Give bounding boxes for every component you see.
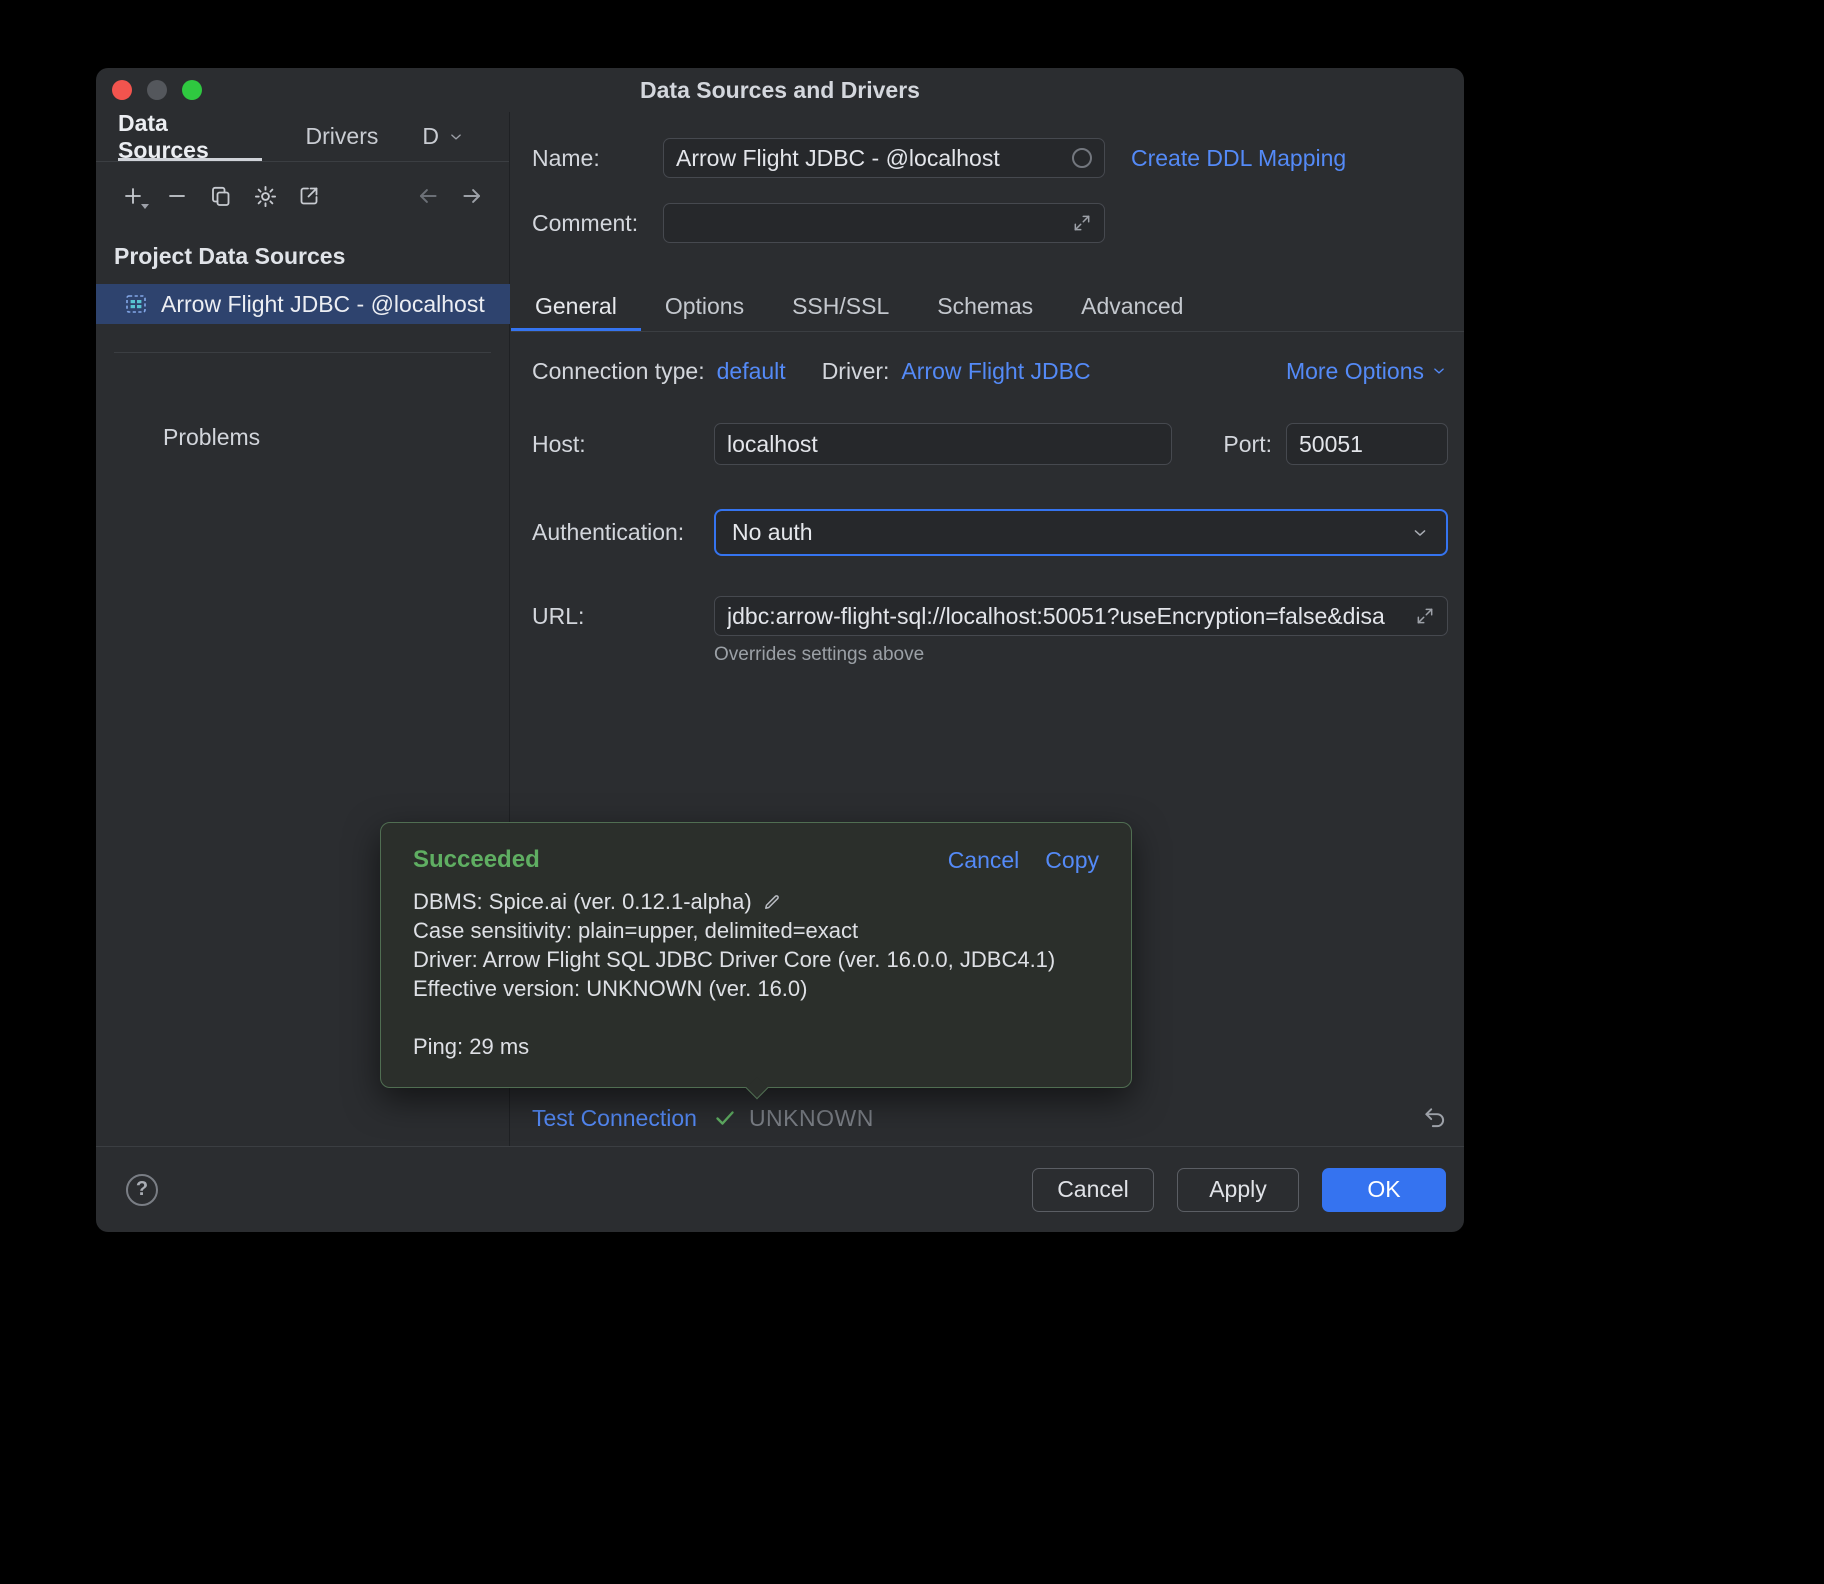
edit-pencil-icon[interactable] — [762, 892, 782, 912]
chevron-down-icon — [447, 128, 465, 146]
expand-icon[interactable] — [1072, 213, 1092, 233]
close-window-button[interactable] — [112, 80, 132, 100]
data-source-item-label: Arrow Flight JDBC - @localhost — [161, 291, 485, 318]
url-row: URL: — [532, 596, 1448, 636]
url-field — [714, 596, 1448, 636]
zoom-window-button[interactable] — [182, 80, 202, 100]
connection-result-text: UNKNOWN — [749, 1105, 874, 1132]
driver-value-link[interactable]: Arrow Flight JDBC — [901, 358, 1090, 385]
test-connection-popup: Succeeded Cancel Copy DBMS: Spice.ai (ve… — [380, 822, 1132, 1088]
host-label: Host: — [532, 431, 714, 458]
ping-line: Ping: 29 ms — [413, 1032, 1099, 1061]
screen: Data Sources and Drivers Data Sources Dr… — [0, 0, 1824, 1584]
back-arrow-button[interactable] — [409, 178, 447, 214]
test-connection-link[interactable]: Test Connection — [532, 1105, 697, 1132]
minimize-window-button[interactable] — [147, 80, 167, 100]
expand-icon[interactable] — [1415, 606, 1435, 626]
url-label: URL: — [532, 603, 714, 630]
name-input[interactable] — [676, 145, 1064, 172]
project-data-sources-heading: Project Data Sources — [114, 243, 345, 270]
popup-status: Succeeded — [413, 846, 540, 874]
tab-data-sources[interactable]: Data Sources — [118, 112, 262, 161]
host-input[interactable] — [727, 431, 1159, 458]
settings-gear-button[interactable] — [246, 178, 284, 214]
problems-item[interactable]: Problems — [163, 424, 260, 451]
apply-button[interactable]: Apply — [1177, 1168, 1299, 1212]
name-field — [663, 138, 1105, 178]
chevron-down-icon — [1430, 362, 1448, 380]
case-sensitivity-line: Case sensitivity: plain=upper, delimited… — [413, 916, 1099, 945]
help-button[interactable]: ? — [126, 1174, 158, 1206]
tab-general[interactable]: General — [511, 282, 641, 331]
tab-advanced[interactable]: Advanced — [1057, 282, 1207, 331]
url-override-hint: Overrides settings above — [714, 644, 924, 666]
tab-drivers-label: Drivers — [306, 123, 379, 150]
driver-line: Driver: Arrow Flight SQL JDBC Driver Cor… — [413, 945, 1099, 974]
revert-icon[interactable] — [1422, 1105, 1448, 1131]
comment-row: Comment: — [532, 203, 1448, 243]
test-connection-row: Test Connection UNKNOWN — [532, 1098, 1448, 1138]
settings-tabs: General Options SSH/SSL Schemas Advanced — [511, 282, 1464, 332]
check-icon — [713, 1106, 737, 1130]
footer-bar: ? Cancel Apply OK — [96, 1146, 1464, 1232]
comment-input[interactable] — [676, 210, 1064, 237]
host-port-row: Host: Port: — [532, 423, 1448, 465]
tab-ddl-truncated[interactable]: D — [422, 112, 465, 161]
tab-schemas[interactable]: Schemas — [913, 282, 1057, 331]
dbms-line-text: DBMS: Spice.ai (ver. 0.12.1-alpha) — [413, 887, 752, 916]
sidebar-separator — [114, 352, 491, 353]
forward-arrow-button[interactable] — [453, 178, 491, 214]
dbms-line: DBMS: Spice.ai (ver. 0.12.1-alpha) — [413, 887, 1099, 916]
port-label: Port: — [1223, 431, 1272, 458]
more-options-button[interactable]: More Options — [1286, 358, 1448, 385]
authentication-label: Authentication: — [532, 519, 714, 546]
port-field — [1286, 423, 1448, 465]
popup-links: Cancel Copy — [948, 847, 1099, 874]
name-label: Name: — [532, 145, 663, 172]
popup-cancel-link[interactable]: Cancel — [948, 847, 1020, 874]
add-dropdown-caret — [141, 204, 149, 209]
tab-ddl-label: D — [422, 123, 439, 150]
popup-copy-link[interactable]: Copy — [1045, 847, 1099, 874]
add-button[interactable] — [114, 178, 152, 214]
data-sources-dialog: Data Sources and Drivers Data Sources Dr… — [96, 68, 1464, 1232]
data-source-icon — [124, 292, 148, 316]
tab-options[interactable]: Options — [641, 282, 768, 331]
loading-ring-icon — [1072, 148, 1092, 168]
data-source-list-item-selected[interactable]: Arrow Flight JDBC - @localhost — [96, 284, 510, 324]
name-row: Name: Create DDL Mapping — [532, 138, 1448, 178]
more-options-label: More Options — [1286, 358, 1424, 385]
sidebar-tabs: Data Sources Drivers D — [96, 112, 509, 162]
tab-drivers[interactable]: Drivers — [306, 112, 379, 161]
comment-field — [663, 203, 1105, 243]
duplicate-button[interactable] — [202, 178, 240, 214]
titlebar: Data Sources and Drivers — [96, 68, 1464, 112]
cancel-button[interactable]: Cancel — [1032, 1168, 1154, 1212]
remove-button[interactable] — [158, 178, 196, 214]
tab-data-sources-label: Data Sources — [118, 110, 262, 164]
popup-gap — [413, 1003, 1099, 1032]
popup-header: Succeeded Cancel Copy — [413, 845, 1099, 875]
ok-button[interactable]: OK — [1322, 1168, 1446, 1212]
window-title: Data Sources and Drivers — [96, 68, 1464, 112]
create-ddl-mapping-link[interactable]: Create DDL Mapping — [1131, 145, 1346, 172]
connection-type-value-link[interactable]: default — [717, 358, 786, 385]
port-input[interactable] — [1299, 431, 1435, 458]
authentication-select[interactable]: No auth — [714, 509, 1448, 556]
authentication-value: No auth — [732, 519, 813, 546]
host-field — [714, 423, 1172, 465]
open-in-new-button[interactable] — [290, 178, 328, 214]
effective-version-line: Effective version: UNKNOWN (ver. 16.0) — [413, 974, 1099, 1003]
tab-ssh-ssl[interactable]: SSH/SSL — [768, 282, 913, 331]
authentication-row: Authentication: No auth — [532, 509, 1448, 556]
chevron-down-icon — [1410, 523, 1430, 543]
url-input[interactable] — [727, 603, 1407, 630]
sidebar-toolbar — [106, 168, 499, 224]
comment-label: Comment: — [532, 210, 663, 237]
traffic-lights — [112, 80, 202, 100]
driver-label: Driver: — [822, 358, 890, 385]
connection-type-label: Connection type: — [532, 358, 705, 385]
connection-type-row: Connection type: default Driver: Arrow F… — [532, 356, 1448, 386]
